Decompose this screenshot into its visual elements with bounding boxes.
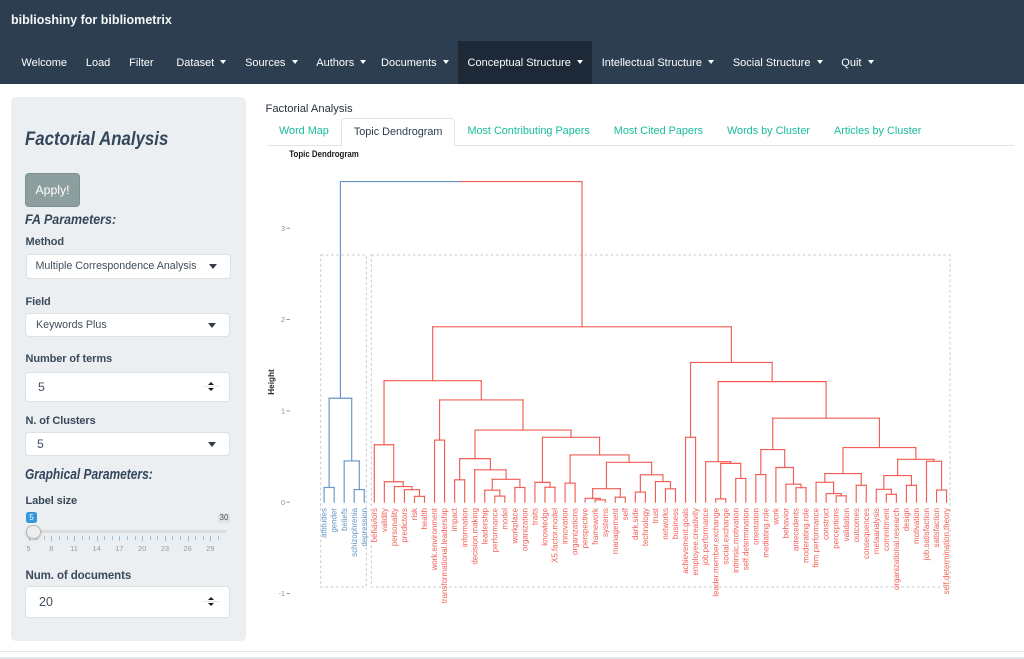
svg-text:2: 2 xyxy=(281,315,285,324)
svg-text:outcomes: outcomes xyxy=(852,508,861,542)
svg-text:organizations: organizations xyxy=(571,508,580,555)
svg-text:antecedents: antecedents xyxy=(792,508,801,551)
svg-text:information: information xyxy=(460,508,469,547)
svg-text:motivation: motivation xyxy=(912,508,921,544)
svg-text:X5.factor.model: X5.factor.model xyxy=(551,508,560,563)
svg-text:work: work xyxy=(772,508,781,526)
svg-text:impact: impact xyxy=(450,507,459,531)
svg-text:leader.member.exchange: leader.member.exchange xyxy=(711,507,720,596)
svg-text:attitudes: attitudes xyxy=(320,508,329,538)
svg-text:innovation: innovation xyxy=(561,508,570,544)
svg-text:satisfaction: satisfaction xyxy=(932,508,941,547)
svg-text:design: design xyxy=(902,508,911,531)
svg-text:validation: validation xyxy=(842,508,851,541)
svg-text:behavior: behavior xyxy=(782,508,791,539)
svg-text:traits: traits xyxy=(531,508,540,525)
svg-text:workplace: workplace xyxy=(510,507,519,544)
svg-text:job.performance: job.performance xyxy=(701,507,710,566)
svg-text:depression: depression xyxy=(360,508,369,547)
svg-text:technology: technology xyxy=(641,508,650,546)
svg-text:social.exchange: social.exchange xyxy=(721,507,730,564)
svg-text:1: 1 xyxy=(281,407,285,416)
svg-text:-1: -1 xyxy=(279,589,286,598)
svg-text:self.determination.theory: self.determination.theory xyxy=(942,508,951,594)
svg-text:personality: personality xyxy=(390,508,399,546)
svg-text:3: 3 xyxy=(281,224,285,233)
svg-text:behaviors: behaviors xyxy=(370,508,379,542)
svg-text:management: management xyxy=(611,507,620,554)
svg-text:Topic Dendrogram: Topic Dendrogram xyxy=(289,149,359,159)
svg-text:moderating.role: moderating.role xyxy=(802,507,811,562)
svg-text:Height: Height xyxy=(267,369,276,395)
svg-text:work.environment: work.environment xyxy=(430,507,439,571)
svg-text:validity: validity xyxy=(380,508,389,532)
svg-text:leadership: leadership xyxy=(480,507,489,544)
svg-text:consequences: consequences xyxy=(862,508,871,559)
svg-text:commitment: commitment xyxy=(882,507,891,551)
svg-text:orientation: orientation xyxy=(751,508,760,545)
svg-text:systems: systems xyxy=(601,508,610,537)
svg-text:networks: networks xyxy=(661,508,670,540)
svg-text:metaanalysis: metaanalysis xyxy=(872,508,881,554)
svg-text:employee.creativity: employee.creativity xyxy=(691,508,700,576)
svg-text:intrinsic.motivation: intrinsic.motivation xyxy=(731,508,740,573)
svg-text:self: self xyxy=(621,507,630,520)
svg-text:perceptions: perceptions xyxy=(832,508,841,549)
svg-text:perspective: perspective xyxy=(581,507,590,548)
svg-text:model: model xyxy=(500,508,509,530)
svg-text:0: 0 xyxy=(281,498,285,507)
svg-text:self.determination: self.determination xyxy=(741,508,750,570)
svg-text:risk: risk xyxy=(410,508,419,520)
svg-text:predictors: predictors xyxy=(400,508,409,543)
svg-text:transformational.leadership: transformational.leadership xyxy=(440,507,449,603)
svg-text:trust: trust xyxy=(651,507,660,523)
svg-text:achievement.goals: achievement.goals xyxy=(681,508,690,574)
svg-text:construct: construct xyxy=(822,507,831,540)
svg-text:knowledge: knowledge xyxy=(541,507,550,545)
svg-text:performance: performance xyxy=(490,507,499,552)
svg-text:organization: organization xyxy=(521,508,530,551)
svg-text:mediating.role: mediating.role xyxy=(761,507,770,557)
svg-text:job.satisfaction: job.satisfaction xyxy=(922,508,931,561)
svg-text:gender: gender xyxy=(330,508,339,533)
svg-text:organizational.research: organizational.research xyxy=(892,508,901,590)
svg-text:beliefs: beliefs xyxy=(340,508,349,531)
svg-text:dark.side: dark.side xyxy=(631,507,640,540)
svg-text:framework: framework xyxy=(591,508,600,545)
svg-text:schizophrenia: schizophrenia xyxy=(350,507,359,556)
svg-text:decision.making: decision.making xyxy=(470,508,479,565)
svg-text:business: business xyxy=(671,508,680,539)
svg-text:firm.performance: firm.performance xyxy=(812,507,821,567)
svg-text:health: health xyxy=(420,508,429,530)
